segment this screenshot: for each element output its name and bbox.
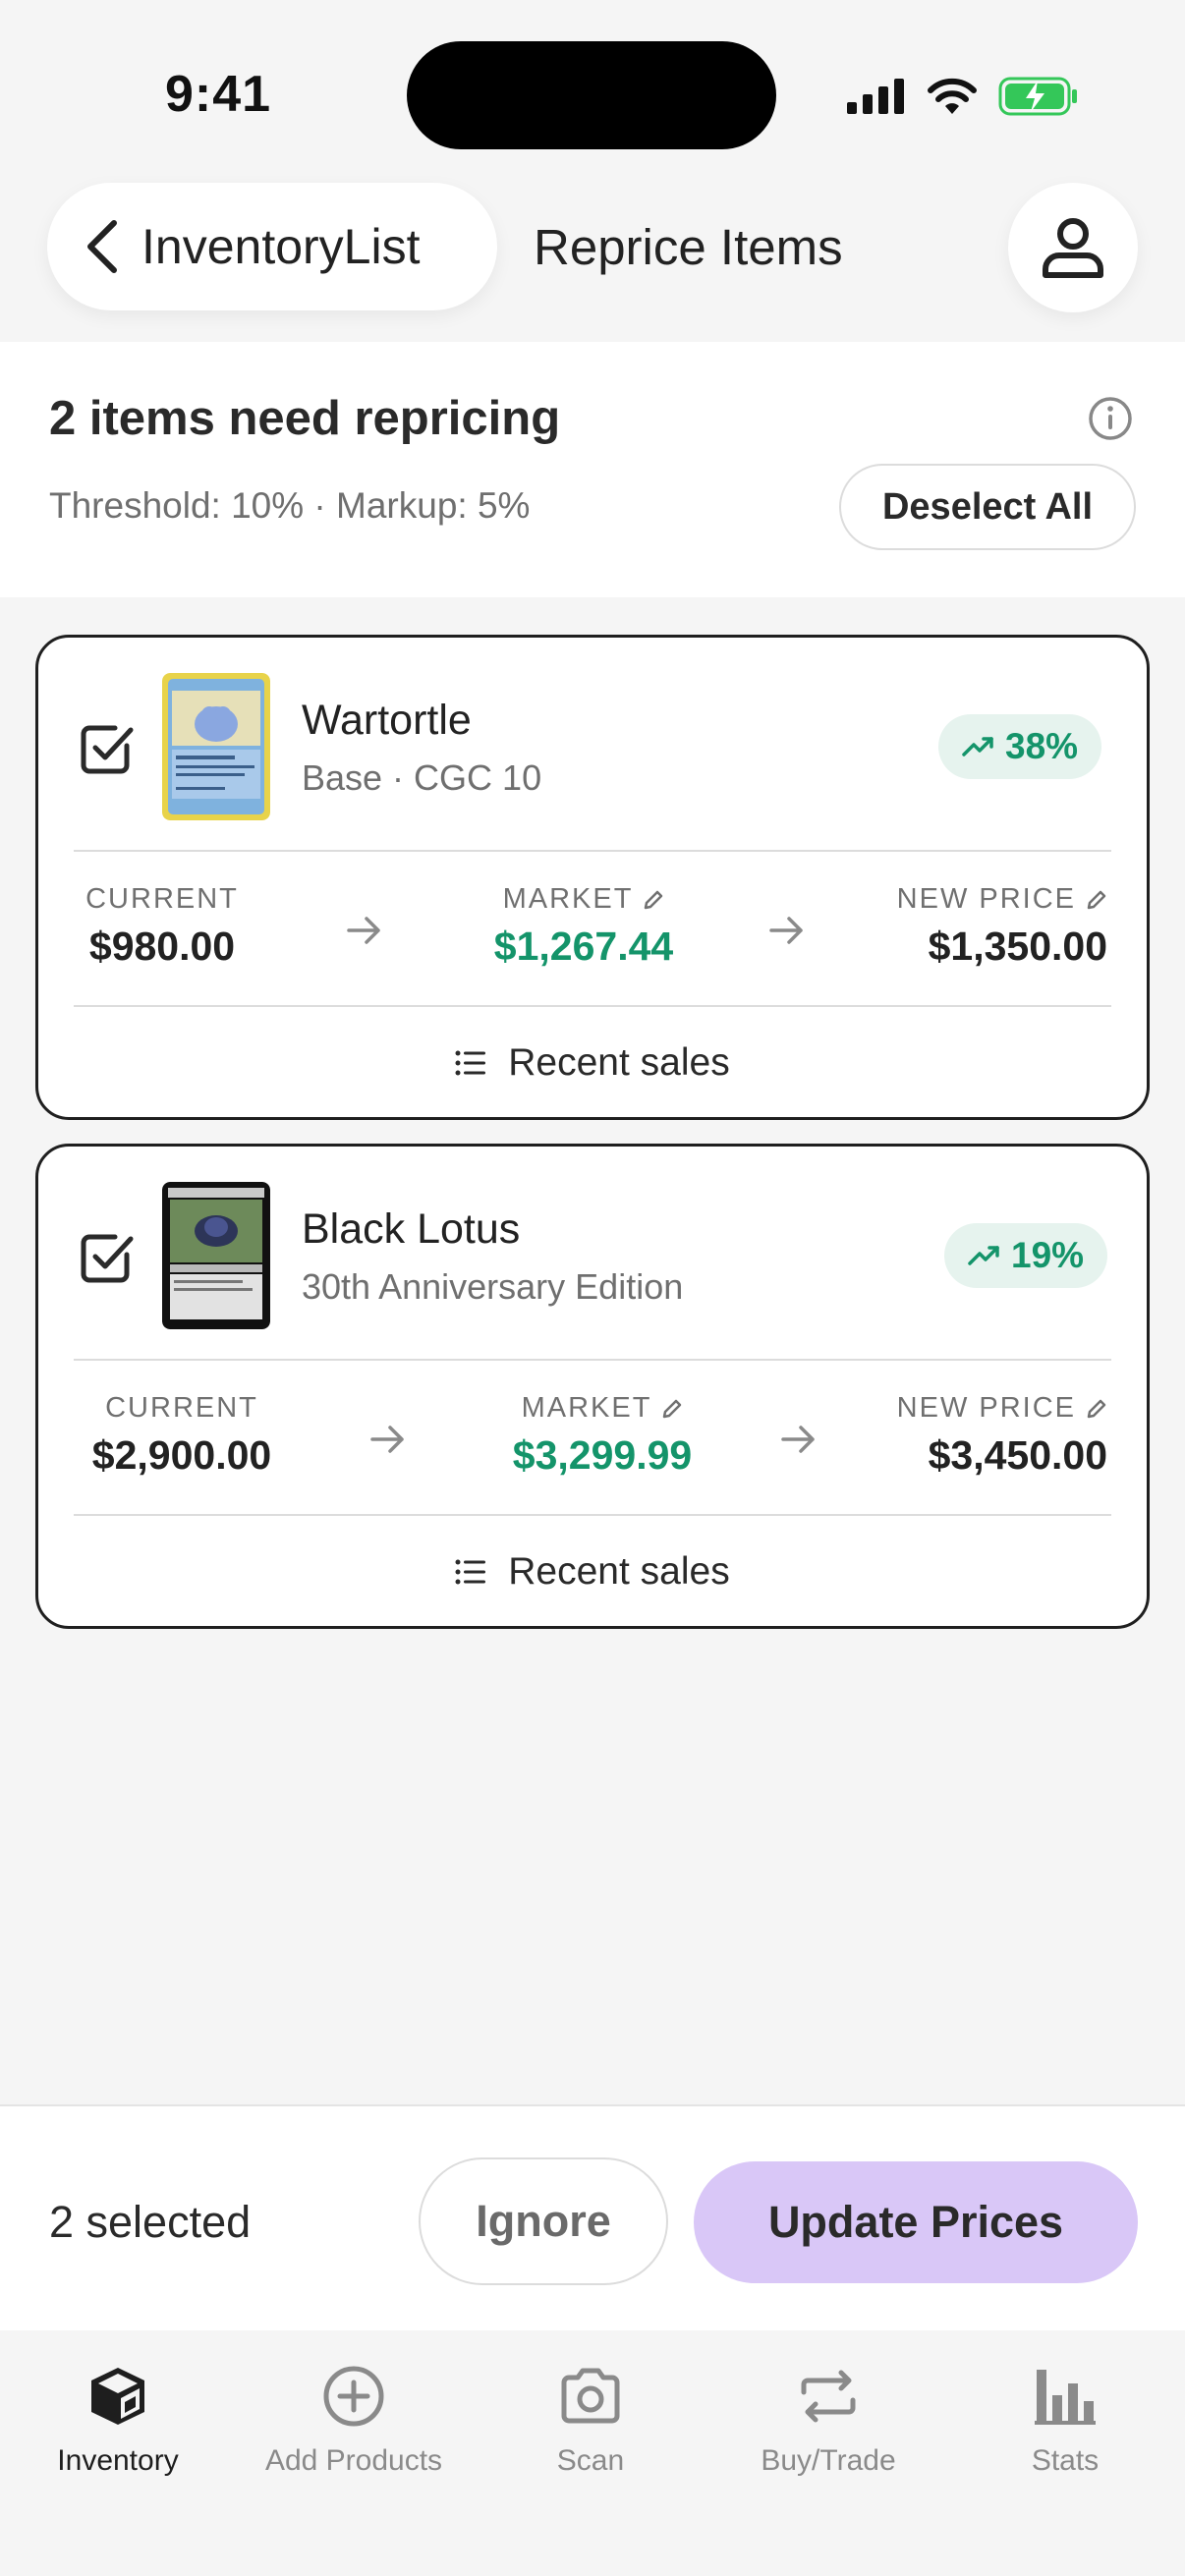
swap-icon	[801, 2370, 856, 2423]
tab-scan[interactable]: Scan	[473, 2352, 708, 2478]
page-title: Reprice Items	[534, 219, 843, 275]
arrow-right-icon	[347, 917, 380, 944]
tab-inventory[interactable]: Inventory	[0, 2352, 236, 2478]
trending-up-icon	[968, 1246, 999, 1265]
tab-label: Inventory	[57, 2444, 179, 2477]
item-checkbox-checked[interactable]	[78, 1227, 137, 1286]
new-price-value: $3,450.00	[928, 1432, 1107, 1478]
update-prices-button[interactable]: Update Prices	[694, 2161, 1138, 2283]
pencil-icon[interactable]	[661, 1398, 683, 1420]
deselect-all-button[interactable]: Deselect All	[839, 464, 1136, 550]
new-price[interactable]: NEW PRICE $3,450.00	[864, 1392, 1107, 1479]
divider	[74, 1005, 1111, 1007]
current-price-label: CURRENT	[105, 1392, 258, 1424]
current-price-value: $980.00	[88, 924, 236, 969]
recent-sales-button[interactable]: Recent sales	[38, 1009, 1147, 1117]
battery-charging-icon	[998, 77, 1077, 116]
pencil-icon[interactable]	[1086, 889, 1107, 911]
item-checkbox-checked[interactable]	[78, 718, 137, 777]
new-price-label: NEW PRICE	[896, 883, 1076, 915]
market-price-value: $3,299.99	[512, 1432, 693, 1478]
card-thumbnail-black-lotus	[162, 1182, 270, 1329]
user-icon	[1043, 218, 1103, 278]
tab-label: Stats	[1031, 2444, 1100, 2477]
price-change-value: 38%	[1005, 726, 1079, 766]
wifi-icon	[928, 78, 977, 114]
new-price[interactable]: NEW PRICE $1,350.00	[864, 883, 1107, 970]
tab-label: Scan	[556, 2444, 625, 2477]
nav-header: InventoryList Reprice Items	[0, 183, 1185, 316]
status-bar: 9:41	[0, 0, 1185, 177]
plus-circle-icon	[323, 2366, 384, 2427]
item-subtitle: Base · CGC 10	[302, 757, 542, 798]
market-price-label: MARKET	[521, 1392, 652, 1424]
tab-label: Buy/Trade	[761, 2444, 896, 2477]
threshold-markup-text: Threshold: 10% · Markup: 5%	[49, 485, 531, 526]
tab-bar: Inventory Add Products Scan Buy/Trade St…	[0, 2332, 1185, 2576]
recent-sales-label: Recent sales	[508, 1550, 730, 1593]
status-icons	[847, 73, 1079, 120]
divider	[74, 850, 1111, 852]
recent-sales-label: Recent sales	[508, 1041, 730, 1084]
trending-up-icon	[962, 737, 993, 756]
recent-sales-button[interactable]: Recent sales	[38, 1518, 1147, 1626]
arrow-right-icon	[781, 1426, 815, 1453]
list-icon	[455, 1559, 486, 1585]
bulk-action-bar: 2 selected Ignore Update Prices	[0, 2104, 1185, 2330]
current-price-value: $2,900.00	[91, 1432, 272, 1478]
price-change-badge: 38%	[938, 714, 1102, 779]
cellular-signal-icon	[847, 79, 904, 114]
tab-add-products[interactable]: Add Products	[236, 2352, 472, 2478]
reprice-item-card: Wartortle Base · CGC 10 38% CURRENT $980…	[35, 635, 1150, 1120]
market-price[interactable]: MARKET $3,299.99	[475, 1392, 730, 1479]
selected-count: 2 selected	[49, 2197, 252, 2247]
market-price-label: MARKET	[502, 883, 634, 915]
profile-button[interactable]	[1008, 183, 1138, 312]
info-icon[interactable]	[1087, 395, 1134, 442]
current-price: CURRENT $2,900.00	[74, 1392, 290, 1479]
market-price-value: $1,267.44	[493, 924, 674, 969]
price-change-badge: 19%	[944, 1223, 1108, 1288]
chevron-left-icon	[87, 220, 117, 273]
item-name: Black Lotus	[302, 1205, 521, 1253]
summary-title: 2 items need repricing	[49, 392, 561, 445]
item-name: Wartortle	[302, 697, 472, 744]
cube-icon	[91, 2368, 144, 2425]
back-button-label: InventoryList	[141, 219, 421, 274]
tab-stats[interactable]: Stats	[947, 2352, 1183, 2478]
new-price-label: NEW PRICE	[896, 1392, 1076, 1424]
card-thumbnail-wartortle	[162, 673, 270, 820]
pencil-icon[interactable]	[1086, 1398, 1107, 1420]
new-price-value: $1,350.00	[928, 924, 1107, 969]
tab-label: Add Products	[264, 2444, 443, 2477]
current-price-label: CURRENT	[85, 883, 239, 915]
arrow-right-icon	[769, 917, 803, 944]
list-icon	[455, 1050, 486, 1076]
market-price[interactable]: MARKET $1,267.44	[461, 883, 706, 970]
pencil-icon[interactable]	[643, 889, 664, 911]
camera-icon	[561, 2368, 620, 2424]
divider	[74, 1359, 1111, 1361]
reprice-item-card: Black Lotus 30th Anniversary Edition 19%…	[35, 1144, 1150, 1629]
ignore-button[interactable]: Ignore	[419, 2157, 668, 2285]
status-time: 9:41	[165, 66, 272, 123]
arrow-right-icon	[370, 1426, 404, 1453]
tab-buy-trade[interactable]: Buy/Trade	[710, 2352, 946, 2478]
repricing-summary: 2 items need repricing Threshold: 10% · …	[0, 342, 1185, 597]
item-subtitle: 30th Anniversary Edition	[302, 1266, 684, 1307]
divider	[74, 1514, 1111, 1516]
bar-chart-icon	[1035, 2370, 1096, 2425]
back-button[interactable]: InventoryList	[47, 183, 497, 310]
price-change-value: 19%	[1011, 1235, 1085, 1275]
dynamic-island	[407, 41, 776, 149]
current-price: CURRENT $980.00	[76, 883, 249, 970]
